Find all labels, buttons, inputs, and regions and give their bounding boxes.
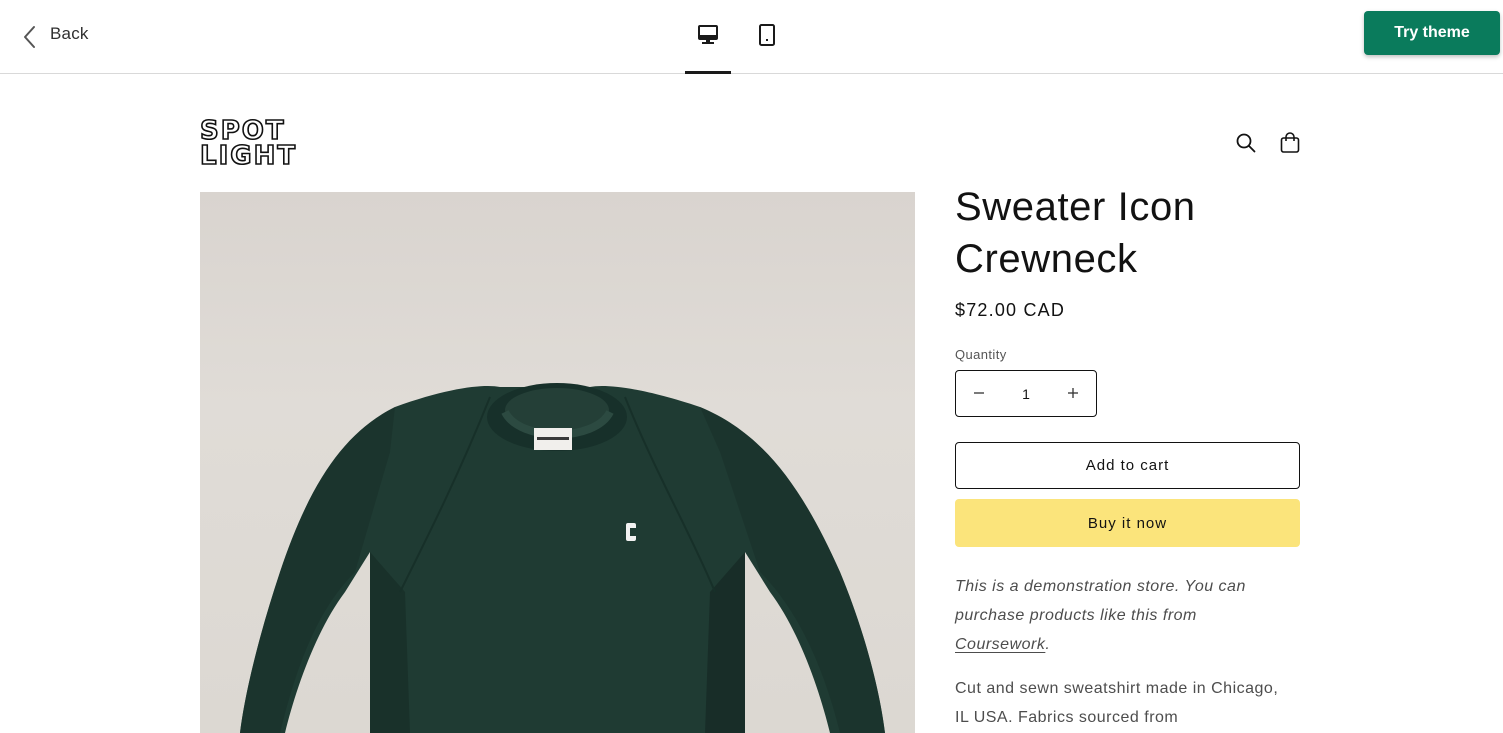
product-title: Sweater Icon Crewneck	[955, 185, 1196, 281]
coursework-link[interactable]: Coursework	[955, 636, 1045, 653]
desktop-icon	[697, 24, 719, 51]
cart-button[interactable]	[1276, 131, 1304, 159]
preview-toolbar: Back Try theme	[0, 0, 1503, 74]
demo-note-end: .	[1045, 636, 1051, 653]
try-theme-button[interactable]: Try theme	[1364, 11, 1500, 55]
quantity-input[interactable]	[1006, 385, 1046, 402]
demo-note-text: This is a demonstration store. You can p…	[955, 578, 1246, 624]
product-price: $72.00 CAD	[955, 300, 1066, 320]
chevron-left-icon	[22, 25, 36, 49]
quantity-label: Quantity	[955, 347, 1007, 362]
desktop-view-button[interactable]	[685, 0, 731, 74]
add-to-cart-button[interactable]: Add to cart	[955, 442, 1300, 489]
logo-line-2: LIGHT	[199, 141, 298, 171]
increase-quantity-button[interactable]	[1050, 371, 1096, 416]
product-image[interactable]	[200, 192, 915, 733]
quantity-stepper	[955, 370, 1097, 417]
device-switcher	[685, 0, 790, 74]
demo-store-note: This is a demonstration store. You can p…	[955, 572, 1285, 659]
search-button[interactable]	[1232, 131, 1260, 159]
search-icon	[1235, 132, 1257, 159]
plus-icon	[1067, 383, 1079, 404]
minus-icon	[973, 383, 985, 404]
sweatshirt-illustration	[240, 383, 885, 733]
back-button[interactable]: Back	[22, 20, 89, 54]
back-label: Back	[50, 24, 89, 43]
store-logo[interactable]: SPOT LIGHT	[199, 117, 322, 171]
mobile-view-button[interactable]	[744, 0, 790, 74]
decrease-quantity-button[interactable]	[956, 371, 1002, 416]
cart-icon	[1279, 131, 1301, 159]
buy-now-button[interactable]: Buy it now	[955, 499, 1300, 547]
mobile-icon	[758, 23, 776, 51]
product-description: Cut and sewn sweatshirt made in Chicago,…	[955, 680, 1279, 726]
